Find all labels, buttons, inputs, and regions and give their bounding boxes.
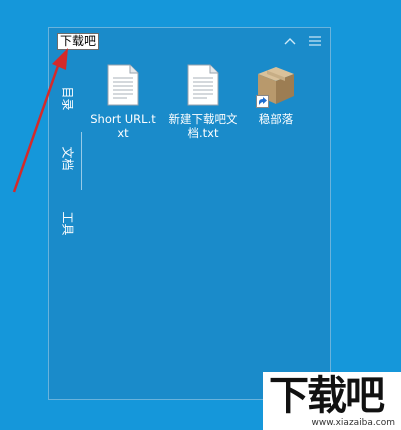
annotation-arrow	[12, 48, 68, 193]
watermark: 下载吧 www.xiazaiba.com	[263, 372, 401, 430]
watermark-logo: 下载吧	[269, 373, 385, 419]
watermark-url: www.xiazaiba.com	[311, 418, 395, 428]
